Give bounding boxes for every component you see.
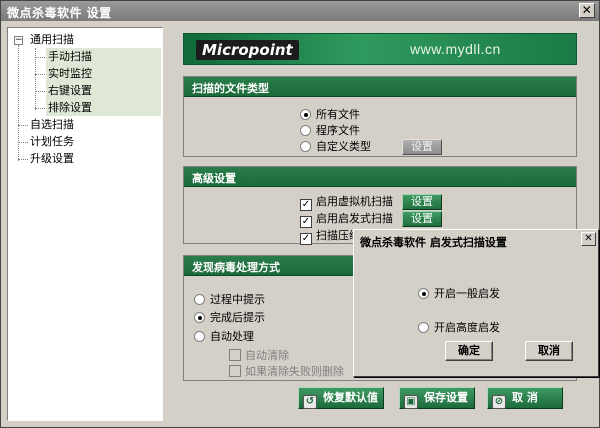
restore-icon: ↺ — [303, 395, 317, 409]
dialog-cancel-button[interactable]: 取消 — [525, 341, 573, 361]
tree-connector — [18, 142, 28, 143]
settings-tree: − 通用扫描 手动扫描 实时监控 右键设置 排除设置 自选扫描 计划任务 升级设… — [7, 27, 163, 421]
radio-custom-types[interactable]: 自定义类型 — [300, 139, 371, 154]
group-title: 高级设置 — [184, 167, 576, 187]
tree-item-label: 计划任务 — [30, 135, 74, 148]
cancel-button[interactable]: ⊘ 取 消 — [487, 387, 563, 409]
file-types-group: 扫描的文件类型 所有文件 程序文件 自定义类型 设置 — [183, 76, 577, 157]
radio-label: 自定义类型 — [316, 140, 371, 153]
radio-icon — [300, 141, 311, 152]
button-label: 取 消 — [512, 391, 538, 404]
radio-label: 自动处理 — [210, 330, 254, 343]
tree-connector — [35, 108, 45, 109]
button-label: 保存设置 — [424, 391, 468, 404]
radio-prompt-during[interactable]: 过程中提示 — [194, 292, 265, 307]
brand-banner: Micropoint www.mydll.cn — [183, 33, 577, 65]
dialog-ok-button[interactable]: 确定 — [445, 341, 493, 361]
group-title: 扫描的文件类型 — [184, 77, 576, 97]
checkbox-icon — [229, 349, 241, 361]
tree-item-label: 排除设置 — [48, 101, 92, 114]
radio-label: 所有文件 — [316, 108, 360, 121]
tree-item-custom-scan[interactable]: 自选扫描 — [30, 116, 74, 133]
dialog-title: 微点杀毒软件 启发式扫描设置 — [356, 232, 596, 250]
button-label: 恢复默认值 — [323, 391, 378, 404]
tree-item-scheduled-tasks[interactable]: 计划任务 — [30, 133, 74, 150]
tree-connector — [18, 45, 19, 161]
radio-icon — [300, 125, 311, 136]
checkbox-heuristic-scan[interactable]: ✓ 启用启发式扫描 — [300, 211, 393, 228]
checkbox-vm-scan[interactable]: ✓ 启用虚拟机扫描 — [300, 194, 393, 211]
tree-connector — [18, 159, 28, 160]
radio-label: 过程中提示 — [210, 293, 265, 306]
checkbox-auto-clean[interactable]: 自动清除 — [229, 348, 289, 363]
tree-item-label: 自选扫描 — [30, 118, 74, 131]
cancel-icon: ⊘ — [492, 395, 506, 409]
tree-connector — [35, 57, 45, 58]
radio-icon — [194, 294, 205, 305]
tree-item-context-menu[interactable]: 右键设置 — [46, 82, 161, 99]
radio-icon — [194, 312, 205, 323]
tree-item-label: 通用扫描 — [30, 33, 74, 46]
tree-item-label: 实时监控 — [48, 67, 92, 80]
tree-connector — [35, 74, 45, 75]
checkbox-label: 自动清除 — [245, 349, 289, 362]
tree-item-update-settings[interactable]: 升级设置 — [30, 150, 74, 167]
checkmark-icon: ✓ — [300, 199, 312, 211]
save-icon: ▣ — [404, 395, 418, 409]
radio-icon — [418, 322, 429, 333]
checkmark-icon: ✓ — [300, 233, 312, 245]
tree-item-label: 手动扫描 — [48, 50, 92, 63]
radio-normal-heuristic[interactable]: 开启一般启发 — [418, 286, 500, 301]
radio-program-files[interactable]: 程序文件 — [300, 123, 360, 138]
radio-auto-handle[interactable]: 自动处理 — [194, 329, 254, 344]
window-close-button[interactable]: ✕ — [579, 3, 595, 18]
checkmark-icon: ✓ — [300, 216, 312, 228]
tree-connector — [18, 125, 28, 126]
heuristic-scan-settings-button[interactable]: 设置 — [402, 211, 442, 227]
custom-types-settings-button[interactable]: 设置 — [402, 139, 442, 155]
tree-connector — [35, 91, 45, 92]
dialog-close-button[interactable]: ✕ — [581, 232, 596, 246]
checkbox-icon — [229, 365, 241, 377]
radio-label: 开启高度启发 — [434, 321, 500, 334]
radio-high-heuristic[interactable]: 开启高度启发 — [418, 320, 500, 335]
window-title: 微点杀毒软件 设置 — [7, 6, 112, 20]
tree-item-realtime-monitor[interactable]: 实时监控 — [46, 65, 161, 82]
micropoint-logo: Micropoint — [196, 40, 299, 60]
radio-all-files[interactable]: 所有文件 — [300, 107, 360, 122]
checkbox-label: 启用虚拟机扫描 — [316, 195, 393, 208]
checkbox-label: 如果清除失败则删除 — [245, 365, 344, 378]
radio-icon — [300, 109, 311, 120]
tree-item-label: 升级设置 — [30, 152, 74, 165]
save-settings-button[interactable]: ▣ 保存设置 — [399, 387, 475, 409]
settings-window: 微点杀毒软件 设置 ✕ − 通用扫描 手动扫描 实时监控 右键设置 排除设置 自… — [0, 0, 600, 428]
restore-defaults-button[interactable]: ↺ 恢复默认值 — [298, 387, 384, 409]
window-titlebar: 微点杀毒软件 设置 ✕ — [1, 1, 599, 21]
tree-item-label: 右键设置 — [48, 84, 92, 97]
tree-item-exclusions[interactable]: 排除设置 — [46, 99, 161, 116]
checkbox-archive-scan[interactable]: ✓ 扫描压缩 — [300, 228, 360, 245]
radio-label: 程序文件 — [316, 124, 360, 137]
banner-url: www.mydll.cn — [410, 41, 501, 57]
radio-prompt-after[interactable]: 完成后提示 — [194, 310, 265, 325]
radio-label: 完成后提示 — [210, 311, 265, 324]
collapse-icon[interactable]: − — [14, 36, 23, 45]
tree-item-general-scan[interactable]: 通用扫描 — [30, 31, 74, 48]
checkbox-label: 启用启发式扫描 — [316, 212, 393, 225]
radio-label: 开启一般启发 — [434, 287, 500, 300]
radio-icon — [194, 331, 205, 342]
tree-item-manual-scan[interactable]: 手动扫描 — [46, 48, 161, 65]
vm-scan-settings-button[interactable]: 设置 — [402, 194, 442, 210]
radio-icon — [418, 288, 429, 299]
checkbox-delete-if-fail[interactable]: 如果清除失败则删除 — [229, 364, 344, 379]
